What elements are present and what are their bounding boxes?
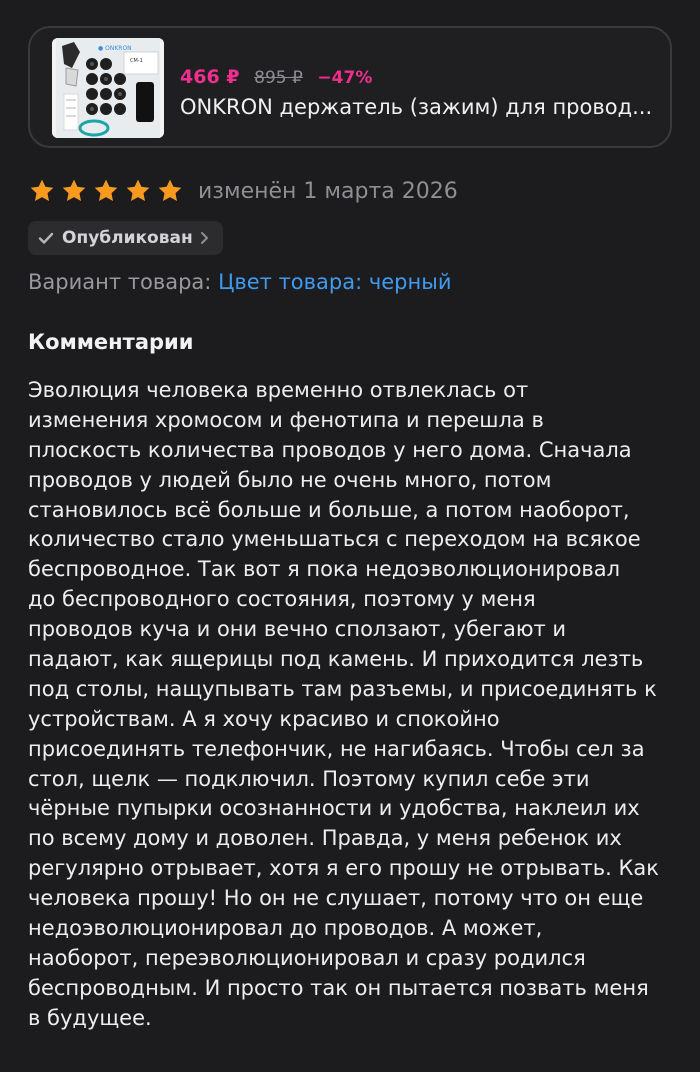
status-badge[interactable]: Опубликован xyxy=(28,221,223,255)
star-rating xyxy=(28,177,184,205)
comment-line: под столы, нащупывать там разъемы, и при… xyxy=(28,676,657,701)
variant-label: Вариант товара: xyxy=(28,270,212,294)
comment-line: изменения хромосом и фенотипа и перешла … xyxy=(28,407,544,432)
price-old: 895 ₽ xyxy=(254,68,303,88)
product-thumbnail[interactable]: ● ONKRON CM-1 xyxy=(52,38,164,138)
check-icon xyxy=(36,228,56,248)
price-row: 466 ₽ 895 ₽ −47% xyxy=(180,66,372,88)
comment-line: становилось всё больше и больше, а потом… xyxy=(28,497,630,522)
rating-row: изменён 1 марта 2026 xyxy=(28,174,458,208)
product-card[interactable]: ● ONKRON CM-1 466 ₽ 895 ₽ −47% ONKRON де… xyxy=(28,26,672,148)
star-icon xyxy=(126,179,150,202)
comment-line: до беспроводного состояния, поэтому у ме… xyxy=(28,587,536,612)
product-image: ● ONKRON CM-1 xyxy=(52,38,164,138)
product-variant: Вариант товара: Цвет товара: черный xyxy=(28,270,451,294)
star-icon xyxy=(158,179,182,202)
comment-line: устройствам. А я хочу красиво и спокойно xyxy=(28,706,500,731)
svg-text:CM-1: CM-1 xyxy=(130,58,143,64)
status-label: Опубликован xyxy=(62,228,193,248)
comment-line: проводов куча и они вечно сползают, убег… xyxy=(28,617,567,642)
comment-line: присоединять телефончик, не нагибаясь. Ч… xyxy=(28,736,645,761)
comments-title: Комментарии xyxy=(28,330,194,354)
comment-line: Эволюция человека временно отвлеклась от xyxy=(28,378,529,402)
comment-line: наоборот, переэволюционировал и сразу ро… xyxy=(28,945,586,970)
comment-line: в будущее. xyxy=(28,1005,152,1030)
comment-line: по всему дому и доволен. Правда, у меня … xyxy=(28,826,622,851)
comment-line: беспроводным. И просто так он пытается п… xyxy=(28,975,649,1000)
comment-line: беспроводное. Так вот я пока недоэволюци… xyxy=(28,557,621,582)
comment-line: чёрные пупырки осознанности и удобства, … xyxy=(28,796,640,821)
comment-line: плоскость количества проводов у него дом… xyxy=(28,437,632,462)
discount-badge: −47% xyxy=(317,68,373,88)
chevron-right-icon xyxy=(199,231,211,245)
star-icon xyxy=(62,179,86,202)
comment-line: проводов у людей было не очень много, по… xyxy=(28,467,552,492)
comment-line: недоэволюционировал до проводов. А может… xyxy=(28,916,543,941)
star-icon xyxy=(94,179,118,202)
price-current: 466 ₽ xyxy=(180,66,240,88)
svg-text:● ONKRON: ● ONKRON xyxy=(98,45,132,52)
review-date: изменён 1 марта 2026 xyxy=(198,178,458,204)
comment-line: падают, как ящерицы под камень. И приход… xyxy=(28,647,644,672)
comment-line: человека прошу! Но он не слушает, потому… xyxy=(28,886,644,911)
comment-line: количество стало уменьшаться с переходом… xyxy=(28,527,641,552)
product-title[interactable]: ONKRON держатель (зажим) для провод... xyxy=(180,95,660,119)
star-icon xyxy=(30,179,54,202)
comment-line: стол, щелк — подключил. Поэтому купил се… xyxy=(28,766,590,791)
variant-value-link[interactable]: Цвет товара: черный xyxy=(218,270,451,294)
comment-line: регулярно отрывает, хотя я его прошу не … xyxy=(28,856,659,881)
comment-text: Эволюция человека временно отвлеклась от… xyxy=(28,376,688,1034)
